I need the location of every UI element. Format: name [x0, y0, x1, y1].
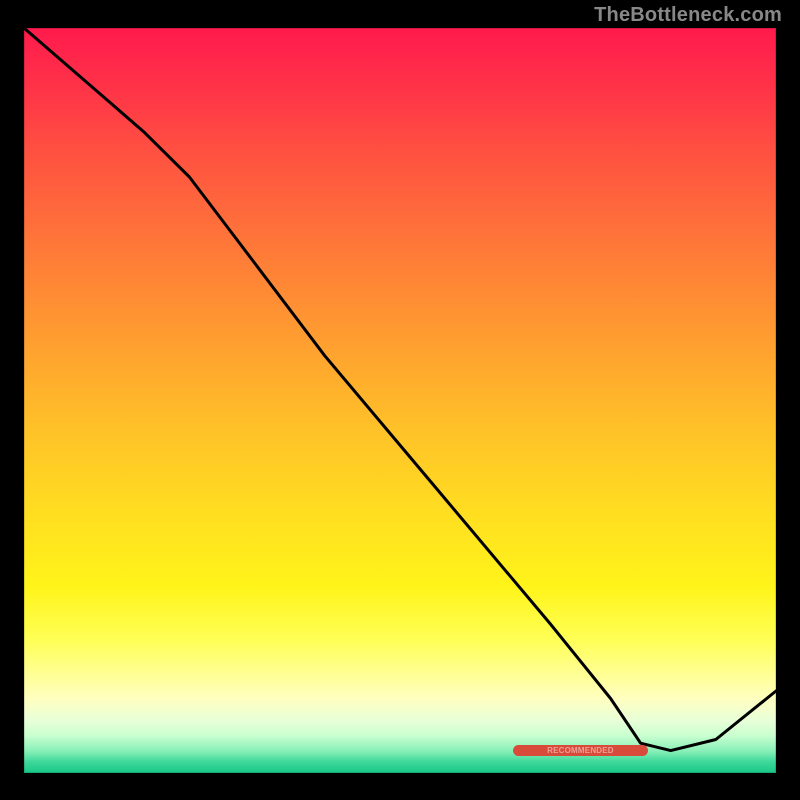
curve-svg [24, 28, 776, 773]
plot-area: RECOMMENDED [24, 28, 776, 773]
recommended-pill-label: RECOMMENDED [513, 745, 648, 756]
recommended-pill: RECOMMENDED [513, 745, 648, 756]
watermark-text: TheBottleneck.com [594, 4, 782, 27]
chart-stage: TheBottleneck.com RECOMMENDED [0, 0, 800, 800]
curve-path [24, 28, 776, 751]
